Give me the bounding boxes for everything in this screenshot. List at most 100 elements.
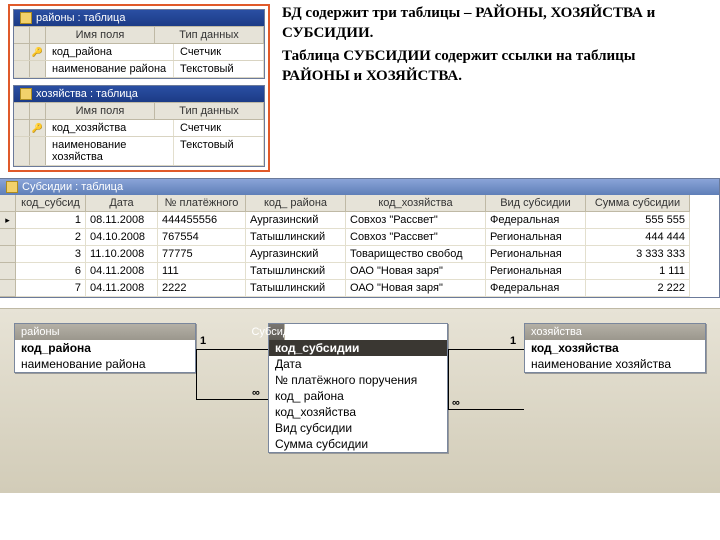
cell-rayon[interactable]: Татышлинский [246,263,346,280]
field-name-cell[interactable]: наименование района [46,61,174,77]
cell-sum[interactable]: 555 555 [586,212,690,229]
rel-field[interactable]: Сумма субсидии [269,436,447,452]
row-selector[interactable] [14,120,30,136]
cell-date[interactable]: 04.11.2008 [86,263,158,280]
desc-p1: БД содержит три таблицы – РАЙОНЫ, ХОЗЯЙС… [282,4,702,43]
cell-date[interactable]: 04.10.2008 [86,229,158,246]
rel-box-subsidii[interactable]: Субсидии код_субсидии Дата № платёжного … [268,323,448,453]
col-header[interactable]: Вид субсидии [486,195,586,212]
field-type-cell[interactable]: Счетчик [174,120,264,136]
cell-num[interactable]: 77775 [158,246,246,263]
field-row[interactable]: наименование района Текстовый [14,61,264,78]
cell-vid[interactable]: Региональная [486,246,586,263]
cell-id[interactable]: 6 [16,263,86,280]
cell-num[interactable]: 2222 [158,280,246,297]
rel-field[interactable]: Дата [269,356,447,372]
cell-vid[interactable]: Федеральная [486,212,586,229]
rel-field[interactable]: код_субсидии [269,340,447,356]
rel-field[interactable]: код_хозяйства [269,404,447,420]
cell-vid[interactable]: Региональная [486,229,586,246]
rel-label-one: 1 [200,335,206,347]
cell-sum[interactable]: 3 333 333 [586,246,690,263]
row-selector[interactable] [0,229,16,246]
relationships-pane[interactable]: районы код_района наименование района Су… [0,308,720,493]
key-header [30,103,46,119]
row-selector[interactable] [0,263,16,280]
col-header[interactable]: код_ района [246,195,346,212]
field-name-cell[interactable]: код_района [46,44,174,60]
rel-box-title[interactable]: хозяйства [525,324,705,340]
field-row[interactable]: код_района Счетчик [14,44,264,61]
col-header[interactable]: код_субсид [16,195,86,212]
cell-rayon[interactable]: Татышлинский [246,280,346,297]
rel-label-one: 1 [510,335,516,347]
cell-id[interactable]: 2 [16,229,86,246]
col-header-type[interactable]: Тип данных [155,103,264,119]
col-header[interactable]: № платёжного [158,195,246,212]
cell-hoz[interactable]: Совхоз "Рассвет" [346,229,486,246]
cell-rayon[interactable]: Аургазинский [246,212,346,229]
row-selector[interactable] [14,137,30,165]
rel-field[interactable]: № платёжного поручения [269,372,447,388]
cell-id[interactable]: 7 [16,280,86,297]
cell-num[interactable]: 767554 [158,229,246,246]
col-header-name[interactable]: Имя поля [46,27,155,43]
cell-hoz[interactable]: ОАО "Новая заря" [346,280,486,297]
titlebar[interactable]: районы : таблица [14,10,264,26]
row-selector-header [14,27,30,43]
rel-field[interactable]: наименование хозяйства [525,356,705,372]
rel-field[interactable]: Вид субсидии [269,420,447,436]
field-row[interactable]: код_хозяйства Счетчик [14,120,264,137]
col-header-type[interactable]: Тип данных [155,27,264,43]
rel-field[interactable]: наименование района [15,356,195,372]
row-selector[interactable] [0,280,16,297]
cell-hoz[interactable]: Товарищество свобод [346,246,486,263]
cell-sum[interactable]: 1 111 [586,263,690,280]
cell-num[interactable]: 444455556 [158,212,246,229]
col-header[interactable]: код_хозяйства [346,195,486,212]
field-name-cell[interactable]: код_хозяйства [46,120,174,136]
cell-sum[interactable]: 2 222 [586,280,690,297]
rel-box-title[interactable]: Субсидии [269,324,285,340]
col-header[interactable]: Сумма субсидии [586,195,690,212]
field-type-cell[interactable]: Счетчик [174,44,264,60]
primary-key-icon [30,120,46,136]
col-header-name[interactable]: Имя поля [46,103,155,119]
table-icon [20,88,32,100]
row-selector[interactable] [14,61,30,77]
col-header[interactable]: Дата [86,195,158,212]
rel-box-title[interactable]: районы [15,324,195,340]
rel-box-hoz[interactable]: хозяйства код_хозяйства наименование хоз… [524,323,706,373]
cell-date[interactable]: 04.11.2008 [86,280,158,297]
cell-hoz[interactable]: Совхоз "Рассвет" [346,212,486,229]
cell-date[interactable]: 11.10.2008 [86,246,158,263]
row-selector[interactable] [14,44,30,60]
cell-hoz[interactable]: ОАО "Новая заря" [346,263,486,280]
cell-rayon[interactable]: Татышлинский [246,229,346,246]
rel-field[interactable]: код_хозяйства [525,340,705,356]
titlebar[interactable]: хозяйства : таблица [14,86,264,102]
key-header [30,27,46,43]
cell-rayon[interactable]: Аургазинский [246,246,346,263]
field-name-cell[interactable]: наименование хозяйства [46,137,174,165]
cell-date[interactable]: 08.11.2008 [86,212,158,229]
design-win-hoz: хозяйства : таблица Имя поля Тип данных … [13,85,265,167]
cell-num[interactable]: 111 [158,263,246,280]
rel-field[interactable]: код_ района [269,388,447,404]
field-row[interactable]: наименование хозяйства Текстовый [14,137,264,166]
cell-id[interactable]: 3 [16,246,86,263]
field-type-cell[interactable]: Текстовый [174,61,264,77]
row-selector[interactable] [0,212,16,229]
rel-line [196,349,197,399]
titlebar[interactable]: Субсидии : таблица [0,179,719,195]
rel-field[interactable]: код_района [15,340,195,356]
cell-vid[interactable]: Федеральная [486,280,586,297]
rel-line [448,349,449,409]
row-selector[interactable] [0,246,16,263]
cell-vid[interactable]: Региональная [486,263,586,280]
field-type-cell[interactable]: Текстовый [174,137,264,165]
rel-box-rayony[interactable]: районы код_района наименование района [14,323,196,373]
cell-sum[interactable]: 444 444 [586,229,690,246]
cell-id[interactable]: 1 [16,212,86,229]
design-win-rayony: районы : таблица Имя поля Тип данных код… [13,9,265,79]
